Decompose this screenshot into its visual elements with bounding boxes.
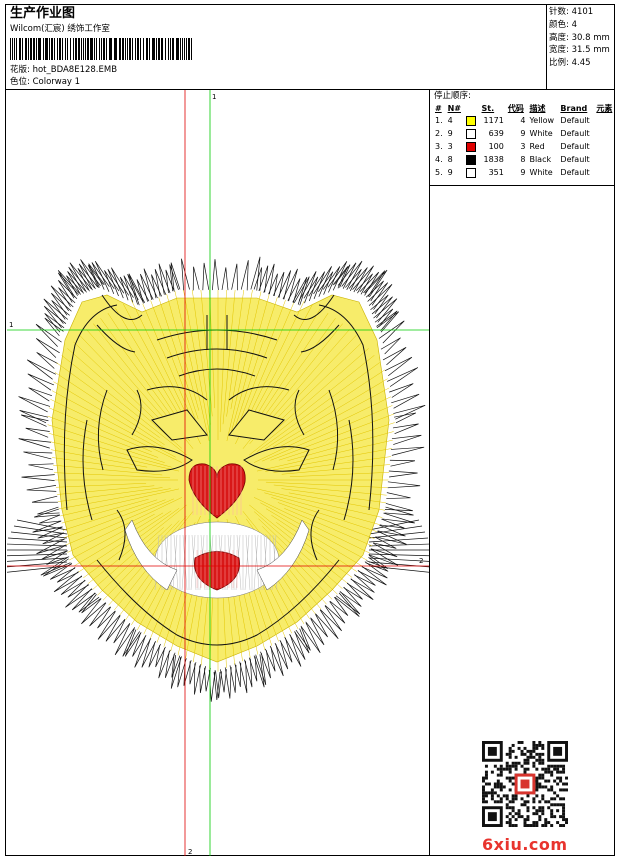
cell-needle: 9 (447, 129, 453, 138)
cell-brand: Default (560, 155, 590, 164)
cell-code: 8 (520, 155, 526, 164)
guide-label-v2: 2 (188, 848, 192, 856)
colorway-label: 色位: (10, 77, 30, 87)
thread-swatch (466, 167, 477, 178)
guide-label-h2: 2 (419, 557, 423, 565)
plot-divider (429, 89, 430, 855)
cell-brand: Default (560, 168, 590, 177)
table-row: 5. 9 351 9 White Default (433, 166, 616, 179)
cell-desc: Black (529, 155, 552, 164)
table-row: 3. 3 100 3 Red Default (433, 140, 616, 153)
cell-element (594, 153, 616, 166)
barcode (10, 38, 194, 60)
studio-name: Wilcom(汇宸) 绣饰工作室 (10, 24, 110, 34)
table-row: 1. 4 1171 4 Yellow Default (433, 114, 616, 127)
cell-stitches: 1171 (483, 116, 504, 125)
stop-sequence-title: 停止顺序: (434, 91, 471, 101)
cell-code: 4 (520, 116, 526, 125)
cell-code: 3 (520, 142, 526, 151)
stop-sequence-table: # N# St. 代码 描述 Brand 元素 1. 4 1171 4 Yellow De… (433, 103, 616, 179)
col-element: 元素 (596, 104, 613, 113)
table-row: 4. 8 1838 8 Black Default (433, 153, 616, 166)
spec-height: 高度: 30.8 mm (549, 32, 610, 43)
guide-label-v1: 1 (212, 93, 216, 101)
cell-swatch (464, 140, 479, 153)
cell-element (594, 114, 616, 127)
cell-desc: Red (529, 142, 545, 151)
colorway-value: Colorway 1 (32, 77, 81, 87)
red-tongue (194, 550, 240, 591)
design-filename: hot_BDA8E128.EMB (32, 65, 118, 75)
cell-stitches: 351 (488, 168, 504, 177)
spec-stitches: 针数: 4101 (549, 7, 594, 17)
cell-element (594, 140, 616, 153)
cell-stitches: 100 (488, 142, 504, 151)
cell-order: 3. (435, 142, 443, 151)
cell-swatch (464, 127, 479, 140)
col-needle: N# (447, 104, 461, 113)
cell-swatch (464, 166, 479, 179)
spec-scale: 比例: 4.45 (549, 58, 591, 69)
cell-order: 5. (435, 168, 443, 177)
cell-brand: Default (560, 142, 590, 151)
thread-swatch (466, 154, 477, 165)
cell-desc: White (529, 129, 553, 138)
table-header-row: # N# St. 代码 描述 Brand 元素 (433, 103, 616, 114)
cell-desc: White (529, 168, 553, 177)
col-brand: Brand (560, 104, 588, 113)
cell-element (594, 127, 616, 140)
thread-swatch (466, 141, 477, 152)
colorway: 色位: Colorway 1 (10, 77, 80, 87)
thread-swatch (466, 128, 477, 139)
watermark-site: 6xiu.com (482, 835, 568, 854)
page-title: 生产作业图 (10, 6, 76, 21)
cell-needle: 3 (447, 142, 453, 151)
col-desc: 描述 (529, 104, 546, 113)
cell-order: 4. (435, 155, 443, 164)
table-divider (429, 185, 614, 186)
cell-desc: Yellow (529, 116, 555, 125)
cell-code: 9 (520, 168, 526, 177)
cell-swatch (464, 153, 479, 166)
production-worksheet: 生产作业图 Wilcom(汇宸) 绣饰工作室 花版: hot_BDA8E128.… (5, 4, 615, 856)
cell-brand: Default (560, 129, 590, 138)
spec-colors: 颜色: 4 (549, 19, 577, 30)
embroidery-preview: 1 2 1 2 (7, 90, 429, 856)
col-code: 代码 (507, 104, 524, 113)
col-stitches: St. (481, 104, 495, 113)
cell-needle: 9 (447, 168, 453, 177)
cell-stitches: 639 (488, 129, 504, 138)
thread-swatch (466, 115, 477, 126)
cell-code: 9 (520, 129, 526, 138)
cell-needle: 8 (447, 155, 453, 164)
col-order: # (435, 104, 442, 113)
cell-brand: Default (560, 116, 590, 125)
specs-divider (546, 5, 547, 89)
spec-width: 宽度: 31.5 mm (549, 45, 610, 56)
qr-code (482, 741, 568, 827)
cell-stitches: 1838 (483, 155, 504, 164)
cell-order: 2. (435, 129, 443, 138)
cell-element (594, 166, 616, 179)
design-specs: 针数: 4101 颜色: 4 高度: 30.8 mm 宽度: 31.5 mm 比… (549, 6, 610, 70)
design-file: 花版: hot_BDA8E128.EMB (10, 65, 117, 75)
design-label: 花版: (10, 65, 30, 75)
table-row: 2. 9 639 9 White Default (433, 127, 616, 140)
guide-label-h1: 1 (9, 321, 13, 329)
cell-order: 1. (435, 116, 443, 125)
col-swatch (464, 103, 479, 114)
cell-swatch (464, 114, 479, 127)
cell-needle: 4 (447, 116, 453, 125)
